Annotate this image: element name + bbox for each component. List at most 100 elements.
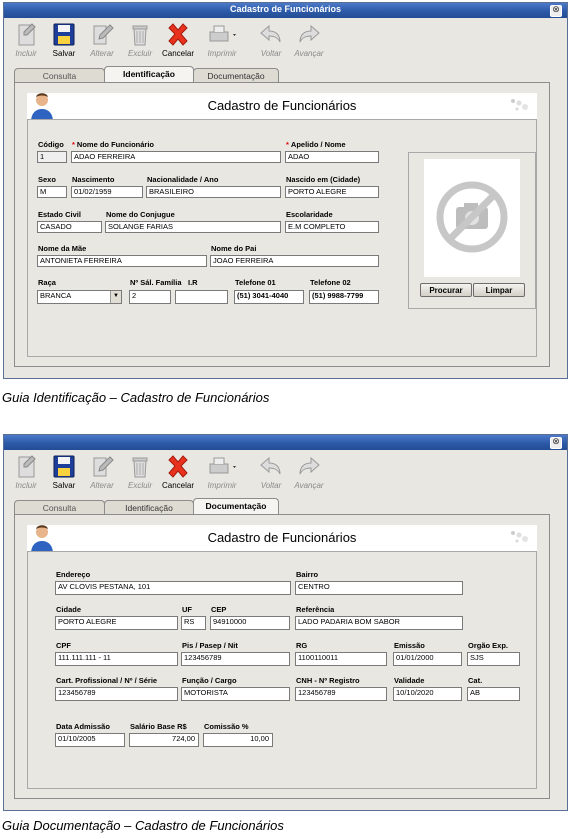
imprimir-button[interactable]: Imprimir — [199, 452, 245, 490]
rg-field[interactable]: 1100110011 — [295, 652, 387, 666]
tab-consulta[interactable]: Consulta — [14, 68, 105, 83]
excluir-button[interactable]: Excluir — [120, 452, 160, 490]
referencia-field[interactable]: LADO PADARIA BOM SABOR — [295, 616, 463, 630]
endereco-field[interactable]: AV CLOVIS PESTANA, 101 — [55, 581, 291, 595]
edit-icon — [93, 24, 114, 45]
cancelar-button[interactable]: Cancelar — [158, 20, 198, 58]
limpar-button[interactable]: Limpar — [473, 283, 525, 297]
cat-field[interactable]: AB — [467, 687, 520, 701]
telefone1-field[interactable]: (51) 3041-4040 — [234, 290, 304, 304]
estado-civil-field[interactable]: CASADO — [37, 221, 102, 233]
escolaridade-field[interactable]: E.M COMPLETO — [285, 221, 379, 233]
tab-documentacao[interactable]: Documentação — [193, 68, 279, 83]
cancelar-button[interactable]: Cancelar — [158, 452, 198, 490]
uf-field[interactable]: RS — [181, 616, 206, 630]
voltar-label: Voltar — [260, 481, 282, 490]
incluir-button[interactable]: Incluir — [6, 452, 46, 490]
validade-label: Validade — [394, 676, 425, 685]
cart-label: Cart. Profissional / Nº / Série — [56, 676, 158, 685]
nacionalidade-field[interactable]: BRASILEIRO — [146, 186, 281, 198]
pai-field[interactable]: JOAO FERREIRA — [210, 255, 379, 267]
imprimir-button[interactable]: Imprimir — [199, 20, 245, 58]
tab-consulta[interactable]: Consulta — [14, 500, 105, 515]
raca-label: Raça — [38, 278, 56, 287]
orgao-field[interactable]: SJS — [467, 652, 520, 666]
nome-field[interactable]: ADAO FERREIRA — [71, 151, 281, 163]
avancar-button[interactable]: Avançar — [289, 452, 329, 490]
rg-label: RG — [296, 641, 308, 650]
close-icon[interactable]: ⊗ — [550, 5, 562, 17]
ir-field[interactable] — [175, 290, 228, 304]
nacionalidade-label: Nacionalidade / Ano — [147, 175, 219, 184]
cep-field[interactable]: 94910000 — [210, 616, 290, 630]
tab-panel: Cadastro de Funcionários Código * Nome do… — [14, 82, 550, 367]
back-arrow-icon — [260, 24, 281, 43]
conjugue-field[interactable]: SOLANGE FARIAS — [105, 221, 281, 233]
cnh-field[interactable]: 123456789 — [295, 687, 387, 701]
orgao-label: Orgão Exp. — [468, 641, 509, 650]
sal-familia-field[interactable]: 2 — [129, 290, 171, 304]
salvar-button[interactable]: Salvar — [44, 20, 84, 58]
printer-icon — [209, 457, 236, 474]
excluir-label: Excluir — [127, 49, 152, 58]
salario-field[interactable]: 724,00 — [129, 733, 199, 747]
voltar-label: Voltar — [260, 49, 282, 58]
forward-arrow-icon — [299, 456, 320, 475]
excluir-button[interactable]: Excluir — [120, 20, 160, 58]
photo-frame — [424, 159, 520, 277]
chevron-down-icon[interactable]: ▼ — [110, 291, 121, 303]
bairro-field[interactable]: CENTRO — [295, 581, 463, 595]
pis-label: Pis / Pasep / Nit — [182, 641, 238, 650]
telefone1-label: Telefone 01 — [235, 278, 276, 287]
alterar-label: Alterar — [90, 49, 114, 58]
close-icon[interactable]: ⊗ — [550, 437, 562, 449]
apelido-field[interactable]: ADAO — [285, 151, 379, 163]
procurar-button[interactable]: Procurar — [420, 283, 472, 297]
alterar-button[interactable]: Alterar — [82, 20, 122, 58]
nascido-em-field[interactable]: PORTO ALEGRE — [285, 186, 379, 198]
voltar-button[interactable]: Voltar — [251, 20, 291, 58]
uf-label: UF — [182, 605, 192, 614]
telefone2-field[interactable]: (51) 9988-7799 — [309, 290, 379, 304]
tab-identificacao[interactable]: Identificação — [104, 66, 194, 83]
comissao-label: Comissão % — [204, 722, 249, 731]
cart-field[interactable]: 123456789 — [55, 687, 178, 701]
apelido-label-text: Apelido / Nome — [290, 140, 346, 149]
codigo-field[interactable]: 1 — [37, 151, 67, 163]
pis-field[interactable]: 123456789 — [181, 652, 290, 666]
back-arrow-icon — [260, 456, 281, 475]
avancar-button[interactable]: Avançar — [289, 20, 329, 58]
incluir-label: Incluir — [15, 49, 37, 58]
mae-field[interactable]: ANTONIETA FERREIRA — [37, 255, 207, 267]
avancar-label: Avançar — [294, 481, 324, 490]
cpf-field[interactable]: 111.111.111 - 11 — [55, 652, 178, 666]
cep-label: CEP — [211, 605, 227, 614]
salvar-label: Salvar — [52, 49, 76, 58]
decorative-dots-icon — [511, 99, 528, 111]
cancelar-label: Cancelar — [161, 49, 194, 58]
sexo-field[interactable]: M — [37, 186, 67, 198]
admissao-field[interactable]: 01/10/2005 — [55, 733, 125, 747]
pai-label: Nome do Pai — [211, 244, 257, 253]
emissao-field[interactable]: 01/01/2000 — [393, 652, 462, 666]
comissao-field[interactable]: 10,00 — [203, 733, 273, 747]
funcao-label: Função / Cargo — [182, 676, 237, 685]
incluir-button[interactable]: Incluir — [6, 20, 46, 58]
raca-select[interactable]: BRANCA ▼ — [37, 290, 122, 304]
nascimento-field[interactable]: 01/02/1959 — [71, 186, 143, 198]
salvar-button[interactable]: Salvar — [44, 452, 84, 490]
tab-documentacao[interactable]: Documentação — [193, 498, 279, 515]
validade-field[interactable]: 10/10/2020 — [393, 687, 462, 701]
salario-label: Salário Base R$ — [130, 722, 187, 731]
funcao-field[interactable]: MOTORISTA — [181, 687, 290, 701]
referencia-label: Referência — [296, 605, 335, 614]
trash-icon — [132, 25, 148, 46]
no-photo-icon — [436, 181, 508, 253]
tab-identificacao[interactable]: Identificação — [104, 500, 194, 515]
alterar-button[interactable]: Alterar — [82, 452, 122, 490]
cancel-x-icon — [168, 23, 188, 46]
cidade-field[interactable]: PORTO ALEGRE — [55, 616, 178, 630]
voltar-button[interactable]: Voltar — [251, 452, 291, 490]
cancelar-label: Cancelar — [161, 481, 194, 490]
window-title: Cadastro de Funcionários — [229, 4, 342, 14]
